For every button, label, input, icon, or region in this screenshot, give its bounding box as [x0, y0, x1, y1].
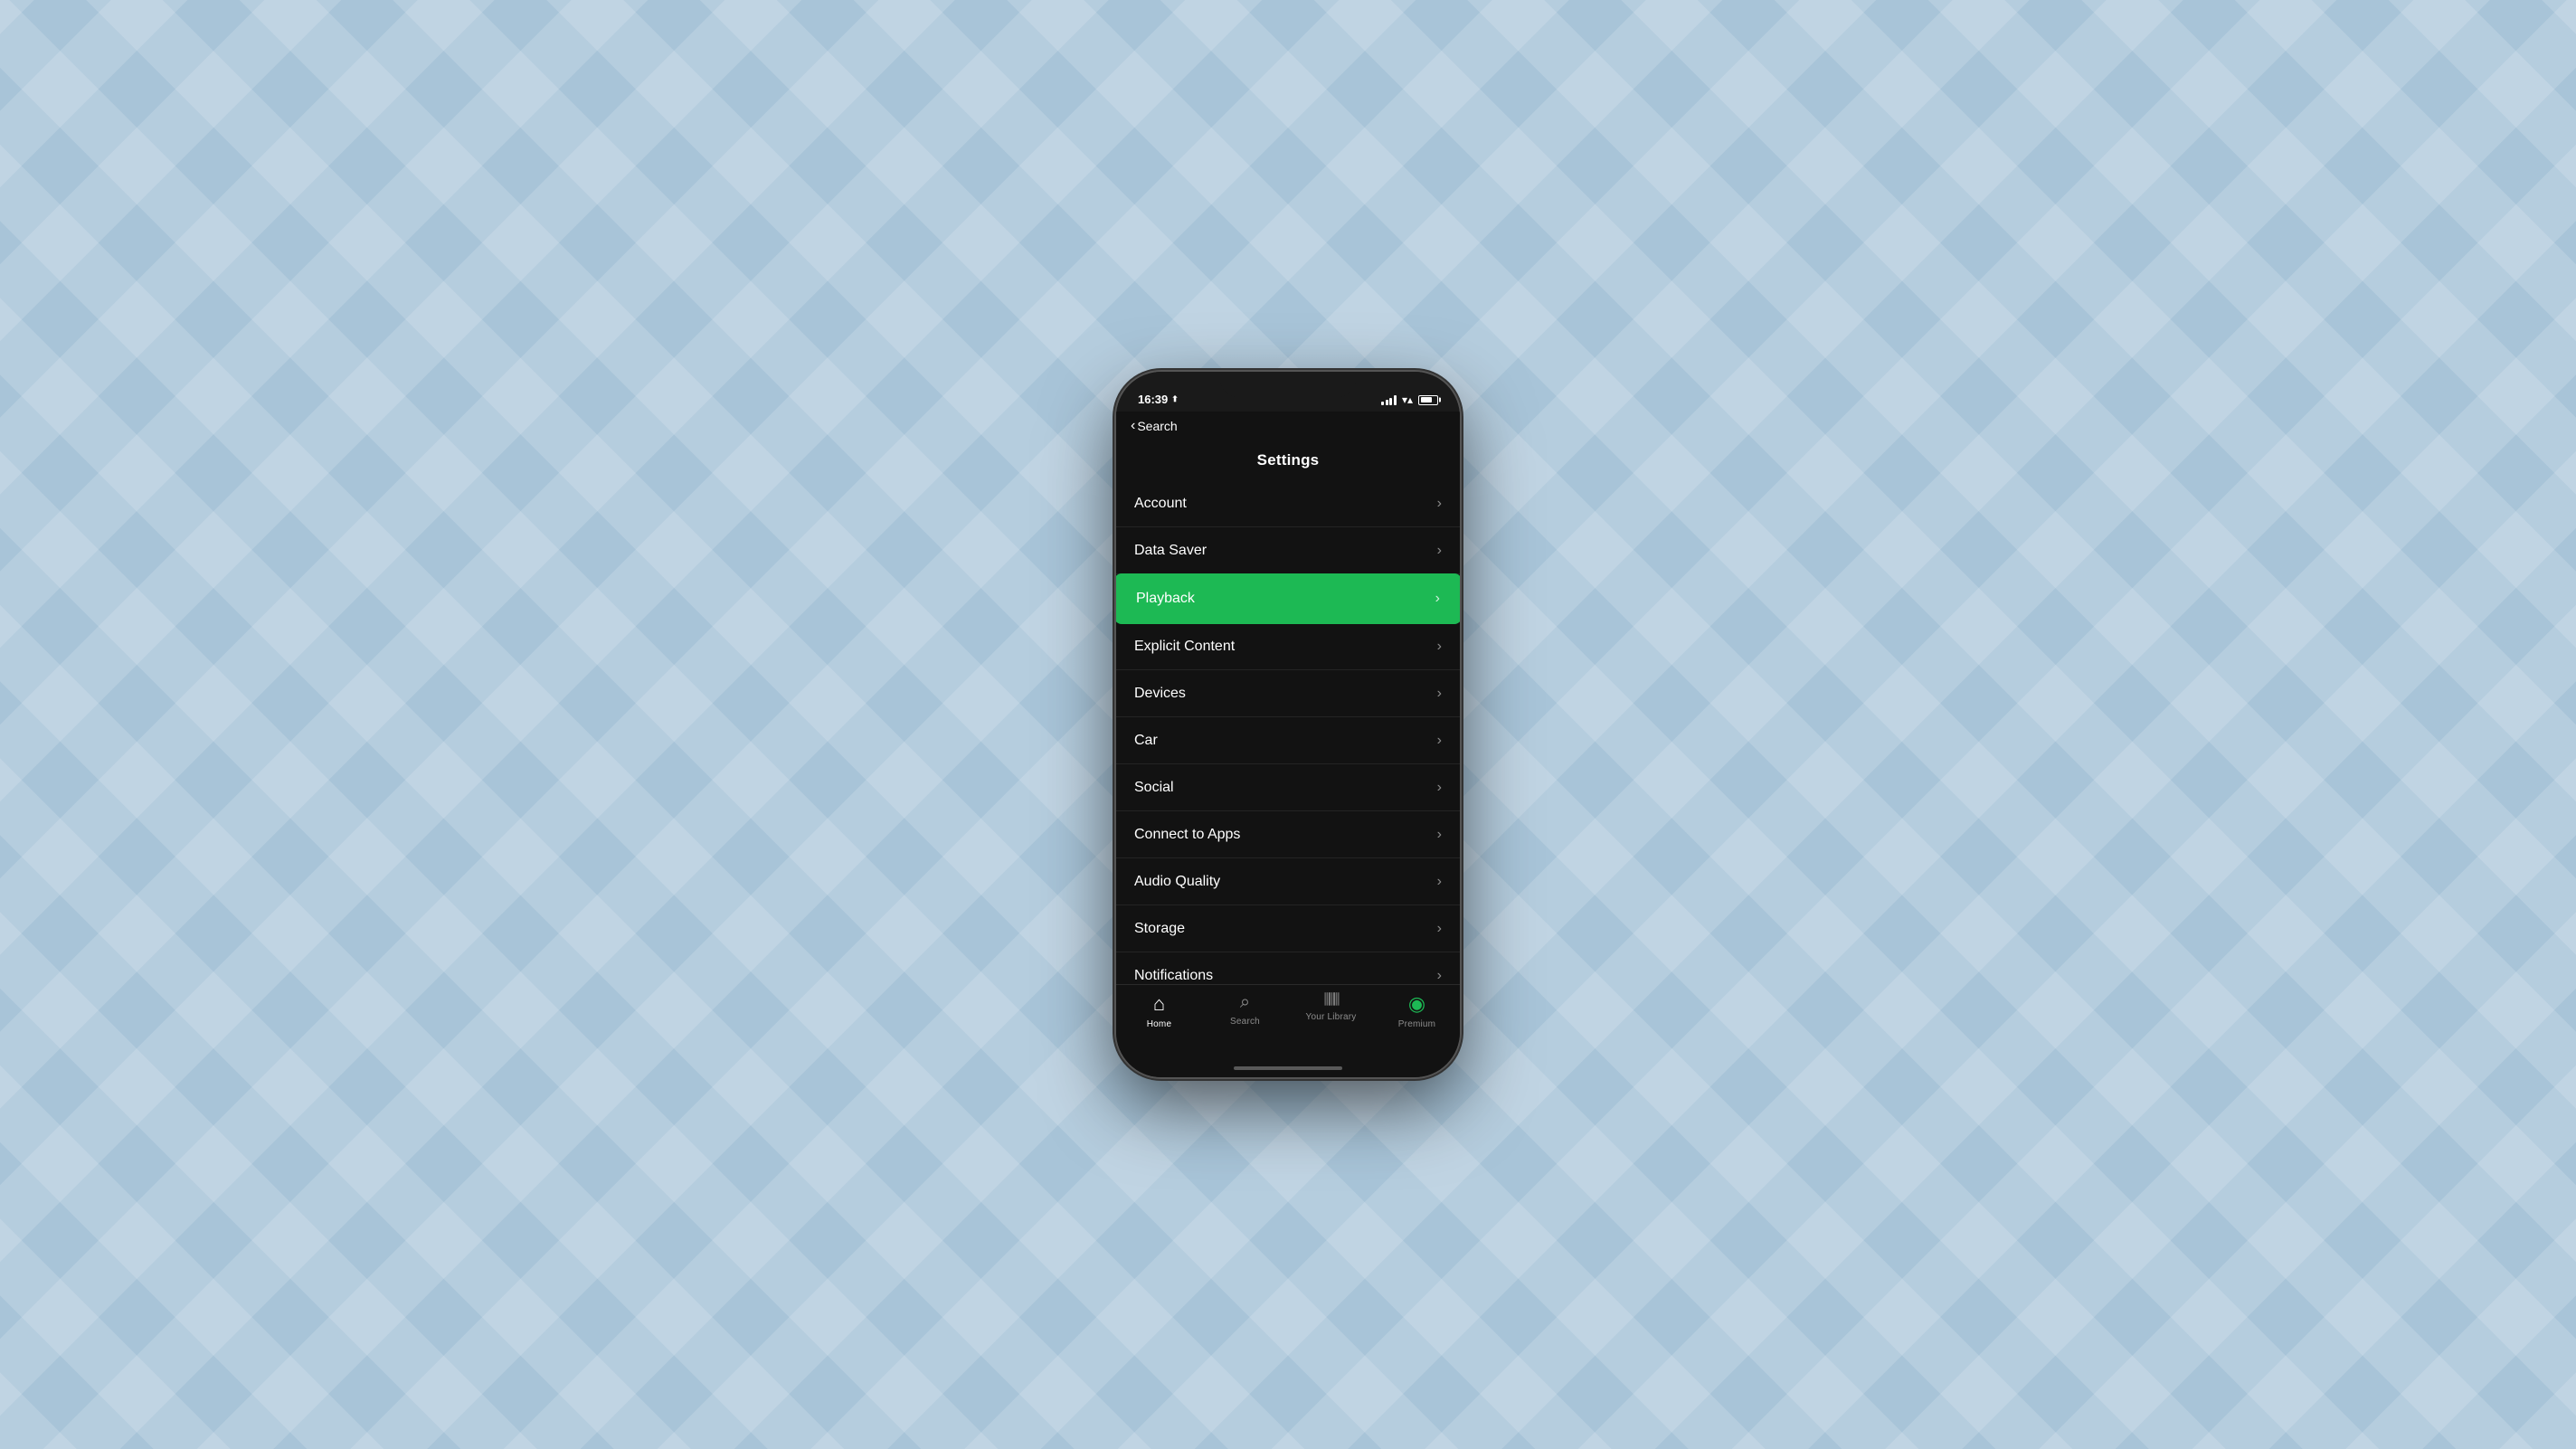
tab-icon-search: ⌕: [1240, 992, 1250, 1013]
settings-label-car: Car: [1134, 733, 1158, 749]
status-time: 16:39 ⬆: [1138, 393, 1179, 406]
settings-item-car[interactable]: Car ›: [1116, 717, 1460, 764]
tab-icon-library: ⫼⫼⫼: [1323, 992, 1338, 1009]
settings-item-connect-to-apps[interactable]: Connect to Apps ›: [1116, 811, 1460, 858]
settings-label-social: Social: [1134, 780, 1174, 796]
settings-label-devices: Devices: [1134, 686, 1186, 702]
battery-fill: [1421, 397, 1433, 402]
chevron-right-icon-playback: ›: [1435, 591, 1440, 607]
tab-label-library: Your Library: [1306, 1012, 1357, 1022]
page-title: Settings: [1257, 451, 1320, 469]
tab-item-library[interactable]: ⫼⫼⫼ Your Library: [1288, 992, 1374, 1022]
signal-bar-1: [1381, 402, 1384, 405]
chevron-right-icon-connect-to-apps: ›: [1437, 827, 1442, 843]
settings-item-explicit-content[interactable]: Explicit Content ›: [1116, 623, 1460, 670]
screen: ‹ Search Settings Account›Data Saver›Pla…: [1116, 412, 1460, 984]
back-label: Search: [1137, 419, 1177, 433]
chevron-right-icon-data-saver: ›: [1437, 543, 1442, 559]
time-display: 16:39: [1138, 393, 1168, 406]
location-icon: ⬆: [1171, 394, 1179, 404]
signal-bar-3: [1389, 398, 1392, 405]
tab-icon-home: ⌂: [1153, 992, 1165, 1016]
chevron-right-icon-explicit-content: ›: [1437, 639, 1442, 655]
signal-bar-4: [1394, 395, 1397, 405]
settings-label-explicit-content: Explicit Content: [1134, 639, 1235, 655]
settings-label-connect-to-apps: Connect to Apps: [1134, 827, 1240, 843]
back-link[interactable]: ‹ Search: [1131, 418, 1178, 434]
battery-icon: [1418, 395, 1438, 405]
notch: [1220, 372, 1356, 397]
settings-item-social[interactable]: Social ›: [1116, 764, 1460, 811]
settings-label-playback: Playback: [1136, 591, 1195, 607]
chevron-right-icon-social: ›: [1437, 780, 1442, 796]
home-bar: [1234, 1066, 1342, 1070]
settings-item-storage[interactable]: Storage ›: [1116, 905, 1460, 952]
tab-label-home: Home: [1147, 1019, 1171, 1029]
settings-item-devices[interactable]: Devices ›: [1116, 670, 1460, 717]
settings-label-account: Account: [1134, 496, 1187, 512]
tab-bar: ⌂ Home ⌕ Search ⫼⫼⫼ Your Library ◉ Premium: [1116, 984, 1460, 1059]
chevron-right-icon-car: ›: [1437, 733, 1442, 749]
settings-item-notifications[interactable]: Notifications ›: [1116, 952, 1460, 984]
tab-item-premium[interactable]: ◉ Premium: [1374, 992, 1460, 1029]
chevron-right-icon-audio-quality: ›: [1437, 874, 1442, 890]
settings-label-notifications: Notifications: [1134, 968, 1213, 984]
home-indicator: [1116, 1059, 1460, 1077]
chevron-right-icon-devices: ›: [1437, 686, 1442, 702]
settings-item-playback[interactable]: Playback ›: [1116, 575, 1460, 622]
phone-shell: 16:39 ⬆ ▾▴ ‹ Search Settings: [1116, 372, 1460, 1077]
back-chevron-icon: ‹: [1131, 418, 1135, 434]
settings-label-data-saver: Data Saver: [1134, 543, 1207, 559]
settings-label-audio-quality: Audio Quality: [1134, 874, 1220, 890]
tab-icon-premium: ◉: [1408, 992, 1425, 1016]
chevron-right-icon-storage: ›: [1437, 921, 1442, 937]
back-navigation: ‹ Search: [1116, 412, 1460, 440]
signal-bars: [1381, 394, 1397, 405]
status-icons: ▾▴: [1381, 393, 1438, 406]
tab-item-search[interactable]: ⌕ Search: [1202, 992, 1288, 1027]
settings-list: Account›Data Saver›Playback›Explicit Con…: [1116, 480, 1460, 984]
tab-label-premium: Premium: [1398, 1019, 1435, 1029]
chevron-right-icon-account: ›: [1437, 496, 1442, 512]
signal-bar-2: [1386, 400, 1388, 405]
settings-label-storage: Storage: [1134, 921, 1185, 937]
tab-item-home[interactable]: ⌂ Home: [1116, 992, 1202, 1029]
wifi-icon: ▾▴: [1402, 393, 1413, 406]
tab-label-search: Search: [1230, 1017, 1260, 1027]
page-header: Settings: [1116, 440, 1460, 480]
settings-item-audio-quality[interactable]: Audio Quality ›: [1116, 858, 1460, 905]
settings-item-data-saver[interactable]: Data Saver ›: [1116, 527, 1460, 574]
chevron-right-icon-notifications: ›: [1437, 968, 1442, 984]
settings-item-account[interactable]: Account ›: [1116, 480, 1460, 527]
